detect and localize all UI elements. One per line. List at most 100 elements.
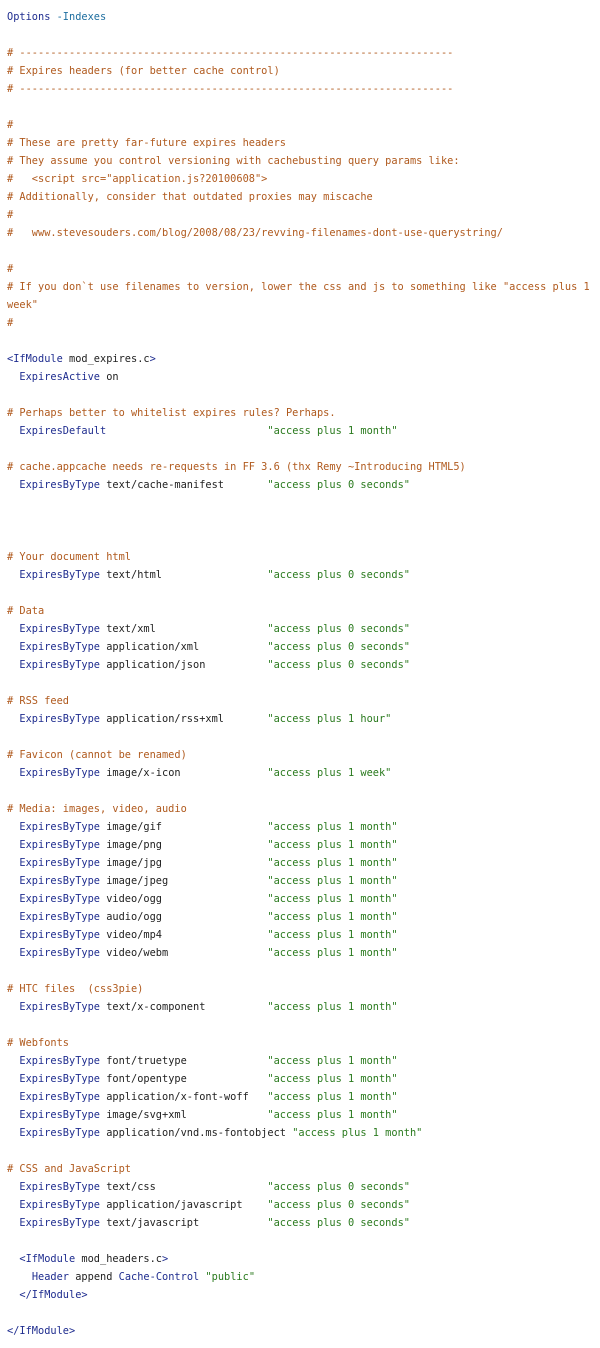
code-line: # If you don`t use filenames to version,…: [7, 278, 600, 296]
code-token-plain: text/xml: [100, 623, 268, 635]
code-token-string: "access plus 1 week": [267, 767, 392, 779]
code-token-flag: -Indexes: [56, 11, 107, 23]
code-line: # Perhaps better to whitelist expires ru…: [7, 404, 600, 422]
code-token-comment: # Favicon (cannot be renamed): [7, 749, 187, 761]
code-token-plain: image/jpg: [100, 857, 268, 869]
code-line: ExpiresByType text/html "access plus 0 s…: [7, 566, 600, 584]
code-line: # Webfonts: [7, 1034, 600, 1052]
code-token-keyword: </IfModule>: [19, 1289, 88, 1301]
code-token-string: "access plus 1 month": [267, 1001, 398, 1013]
code-token-plain: font/truetype: [100, 1055, 268, 1067]
code-token-string: "access plus 1 month": [267, 1073, 398, 1085]
code-line: # cache.appcache needs re-requests in FF…: [7, 458, 600, 476]
code-token-string: "access plus 1 month": [267, 1055, 398, 1067]
code-line: # These are pretty far-future expires he…: [7, 134, 600, 152]
code-line: Options -Indexes: [7, 8, 600, 26]
code-line: ExpiresActive on: [7, 368, 600, 386]
code-token-plain: text/css: [100, 1181, 268, 1193]
code-token-keyword: >: [162, 1253, 169, 1265]
code-token-comment: # They assume you control versioning wit…: [7, 155, 460, 167]
code-line: # Your document html: [7, 548, 600, 566]
code-token-keyword: Options: [7, 11, 57, 23]
code-line: ExpiresByType font/opentype "access plus…: [7, 1070, 600, 1088]
code-line: ExpiresByType application/x-font-woff "a…: [7, 1088, 600, 1106]
code-token-keyword: ExpiresByType: [19, 1127, 100, 1139]
code-token-keyword: ExpiresByType: [19, 911, 100, 923]
code-token-comment: # www.stevesouders.com/blog/2008/08/23/r…: [7, 227, 503, 239]
code-token-plain: application/vnd.ms-fontobject: [100, 1127, 293, 1139]
code-line: ExpiresByType application/json "access p…: [7, 656, 600, 674]
code-token-comment: # Expires headers (for better cache cont…: [7, 65, 280, 77]
code-token-plain: application/xml: [100, 641, 268, 653]
code-token-comment: # RSS feed: [7, 695, 69, 707]
code-token-string: "access plus 1 month": [267, 929, 398, 941]
code-token-comment: #: [7, 209, 14, 221]
code-token-string: "access plus 0 seconds": [267, 479, 410, 491]
code-token-comment: #: [7, 317, 14, 329]
code-line: # --------------------------------------…: [7, 44, 600, 62]
code-token-keyword: ExpiresByType: [19, 1199, 100, 1211]
code-token-plain: image/jpeg: [100, 875, 268, 887]
code-token-comment: # --------------------------------------…: [7, 47, 454, 59]
code-token-string: "access plus 1 hour": [267, 713, 392, 725]
code-token-string: "access plus 0 seconds": [267, 1181, 410, 1193]
code-token-comment: # Perhaps better to whitelist expires ru…: [7, 407, 336, 419]
code-token-keyword: ExpiresByType: [19, 1109, 100, 1121]
code-token-string: "public": [205, 1271, 256, 1283]
code-token-keyword: ExpiresByType: [19, 1073, 100, 1085]
code-line: # RSS feed: [7, 692, 600, 710]
code-line: # <script src="application.js?20100608">: [7, 170, 600, 188]
code-line: ExpiresByType text/javascript "access pl…: [7, 1214, 600, 1232]
code-line: week": [7, 296, 600, 314]
code-token-comment: #: [7, 263, 14, 275]
code-token-plain: application/rss+xml: [100, 713, 268, 725]
code-line: # HTC files (css3pie): [7, 980, 600, 998]
code-token-keyword: </IfModule>: [7, 1325, 76, 1337]
code-token-keyword: ExpiresByType: [19, 947, 100, 959]
code-token-keyword: ExpiresByType: [19, 1217, 100, 1229]
code-line: </IfModule>: [7, 1286, 600, 1304]
code-token-keyword: ExpiresByType: [19, 1001, 100, 1013]
code-token-plain: video/mp4: [100, 929, 268, 941]
code-line: # Additionally, consider that outdated p…: [7, 188, 600, 206]
code-token-comment: # Your document html: [7, 551, 131, 563]
code-line: ExpiresByType application/rss+xml "acces…: [7, 710, 600, 728]
code-token-keyword: <IfModule: [19, 1253, 82, 1265]
code-token-comment: # These are pretty far-future expires he…: [7, 137, 286, 149]
code-line: ExpiresByType application/javascript "ac…: [7, 1196, 600, 1214]
code-token-plain: font/opentype: [100, 1073, 268, 1085]
code-line: # CSS and JavaScript: [7, 1160, 600, 1178]
code-line: ExpiresByType text/x-component "access p…: [7, 998, 600, 1016]
code-line: ExpiresByType image/jpeg "access plus 1 …: [7, 872, 600, 890]
code-token-comment: # HTC files (css3pie): [7, 983, 144, 995]
code-token-plain: text/cache-manifest: [100, 479, 268, 491]
code-token-string: "access plus 1 month": [292, 1127, 423, 1139]
code-line: ExpiresByType image/gif "access plus 1 m…: [7, 818, 600, 836]
code-token-plain: video/webm: [100, 947, 268, 959]
code-token-string: "access plus 1 month": [267, 893, 398, 905]
code-token-keyword: ExpiresByType: [19, 767, 100, 779]
